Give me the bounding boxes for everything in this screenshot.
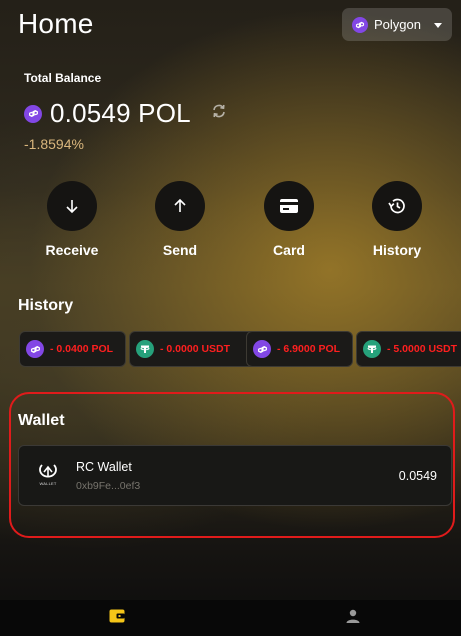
polygon-icon — [253, 340, 271, 358]
chevron-down-icon — [434, 23, 442, 28]
receive-label: Receive — [45, 242, 99, 258]
history-section-title: History — [18, 297, 74, 314]
wallet-logo-text: WALLET — [39, 480, 57, 486]
balance-row: 0.0549 POL — [24, 98, 227, 129]
network-selector[interactable]: Polygon — [342, 8, 452, 41]
receive-button[interactable]: Receive — [27, 181, 117, 258]
card-button[interactable]: Card — [244, 181, 334, 258]
history-amount: - 0.0400 POL — [50, 343, 114, 355]
history-amount: - 5.0000 USDT — [387, 343, 458, 355]
wallet-logo: WALLET — [35, 463, 61, 489]
history-button[interactable]: History — [352, 181, 442, 258]
wallet-info: RC Wallet 0xb9Fe...0ef3 — [76, 460, 140, 492]
card-icon — [264, 181, 314, 231]
wallet-section-title: Wallet — [18, 412, 65, 429]
tether-icon — [136, 340, 154, 358]
history-label: History — [372, 242, 422, 258]
history-item[interactable]: - 5.0000 USDT — [356, 331, 461, 367]
wallet-card[interactable]: WALLET RC Wallet 0xb9Fe...0ef3 0.0549 — [18, 445, 452, 506]
history-item[interactable]: - 6.9000 POL — [246, 331, 353, 367]
balance-label: Total Balance — [24, 71, 102, 85]
polygon-icon — [24, 104, 42, 123]
send-label: Send — [162, 242, 198, 258]
polygon-icon — [352, 16, 368, 33]
bottom-nav — [0, 600, 461, 636]
wallet-name: RC Wallet — [76, 459, 132, 474]
nav-wallet[interactable] — [87, 600, 147, 636]
send-button[interactable]: Send — [135, 181, 225, 258]
balance-value: 0.0549 POL — [50, 98, 191, 128]
card-label: Card — [273, 242, 305, 258]
history-icon — [372, 181, 422, 231]
refresh-icon[interactable] — [211, 103, 227, 124]
balance-change: -1.8594% — [24, 136, 84, 152]
polygon-icon — [26, 340, 44, 358]
history-amount: - 0.0000 USDT — [160, 343, 231, 355]
history-item[interactable]: - 0.0000 USDT — [129, 331, 262, 367]
arrow-down-icon — [47, 181, 97, 231]
history-item[interactable]: - 0.0400 POL — [19, 331, 126, 367]
tether-icon — [363, 340, 381, 358]
wallet-balance: 0.0549 — [398, 468, 437, 483]
page-title: Home — [18, 8, 94, 39]
history-list: - 0.0400 POL - 0.0000 USDT - 6.9000 POL … — [19, 331, 461, 368]
wallet-icon — [109, 609, 125, 628]
history-amount: - 6.9000 POL — [277, 343, 341, 355]
profile-icon — [346, 609, 360, 628]
wallet-address: 0xb9Fe...0ef3 — [76, 479, 141, 492]
arrow-up-icon — [155, 181, 205, 231]
network-label: Polygon — [374, 17, 421, 32]
nav-profile[interactable] — [323, 600, 383, 636]
